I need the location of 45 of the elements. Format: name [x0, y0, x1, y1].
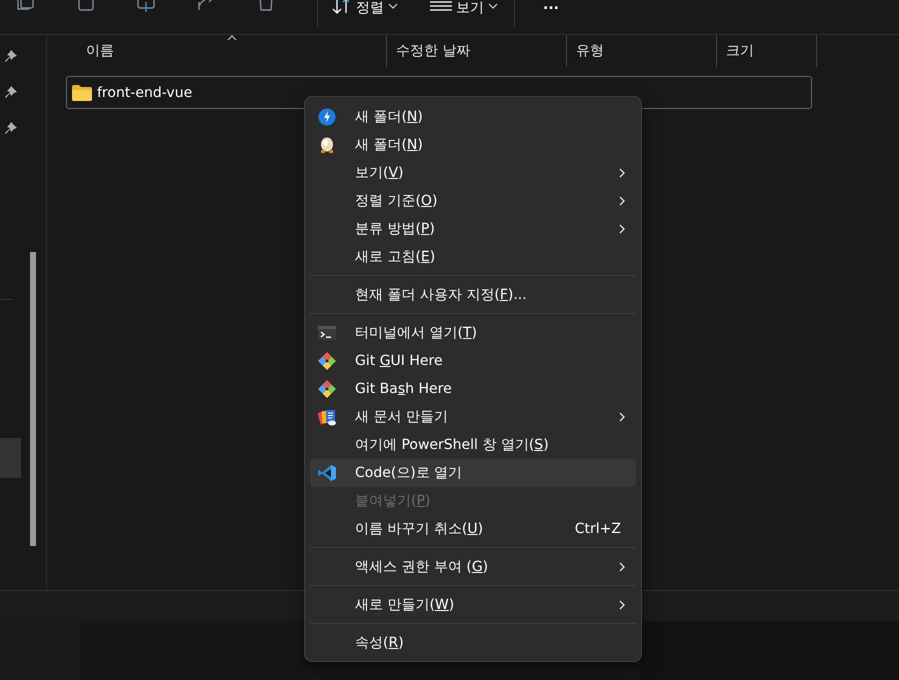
caret-icon: [388, 2, 398, 10]
menu-item[interactable]: 분류 방법(P): [310, 215, 636, 243]
scrollbar-thumb[interactable]: [30, 252, 36, 546]
pin-icon[interactable]: [4, 85, 18, 99]
menu-item[interactable]: 새 폴더(N): [310, 131, 636, 159]
column-header[interactable]: 유형: [567, 35, 717, 67]
code-editor-icon: [318, 464, 336, 482]
column-header[interactable]: 수정한 날짜: [387, 35, 567, 67]
view-button[interactable]: 보기: [456, 0, 484, 16]
menu-item[interactable]: 액세스 권한 부여 (G): [310, 553, 636, 581]
git-icon: [318, 380, 336, 398]
git-icon: [318, 352, 336, 370]
caret-icon: [488, 2, 498, 10]
clipboard-icon[interactable]: [77, 0, 95, 12]
documents-icon: [318, 408, 336, 426]
menu-item[interactable]: Git Bash Here: [310, 375, 636, 403]
column-header[interactable]: 크기: [717, 35, 817, 67]
sort-button[interactable]: 정렬: [356, 0, 384, 16]
view-icon[interactable]: [430, 0, 452, 12]
menu-item[interactable]: 새로 고침(E): [310, 243, 636, 271]
terminal-icon: [318, 324, 336, 342]
menu-item[interactable]: 터미널에서 열기(T): [310, 319, 636, 347]
menu-item[interactable]: 현재 폴더 사용자 지정(F)...: [310, 281, 636, 309]
menu-item[interactable]: 보기(V): [310, 159, 636, 187]
egg-icon: [318, 136, 336, 154]
folder-icon: [72, 84, 92, 100]
menu-item[interactable]: 속성(R): [310, 629, 636, 657]
more-button[interactable]: ...: [543, 0, 559, 10]
pin-icon[interactable]: [4, 121, 18, 135]
menu-item[interactable]: 이름 바꾸기 취소(U) Ctrl+Z: [310, 515, 636, 543]
menu-item[interactable]: Git GUI Here: [310, 347, 636, 375]
menu-item[interactable]: 새로 만들기(W): [310, 591, 636, 619]
menu-item[interactable]: 새 문서 만들기: [310, 403, 636, 431]
menu-item[interactable]: 정렬 기준(O): [310, 187, 636, 215]
sort-icon[interactable]: [332, 0, 352, 14]
rename-icon[interactable]: [137, 0, 155, 12]
menu-item[interactable]: 여기에 PowerShell 창 열기(S): [310, 431, 636, 459]
delete-icon[interactable]: [257, 0, 275, 12]
pin-icon[interactable]: [4, 49, 18, 63]
bolt-icon: [318, 108, 336, 126]
column-header[interactable]: 이름: [47, 35, 387, 67]
copy-icon[interactable]: [17, 0, 35, 12]
menu-item[interactable]: Code(으)로 열기: [310, 459, 636, 487]
file-name: front-end-vue: [97, 84, 194, 100]
shortcut-text: Ctrl+Z: [574, 521, 621, 537]
